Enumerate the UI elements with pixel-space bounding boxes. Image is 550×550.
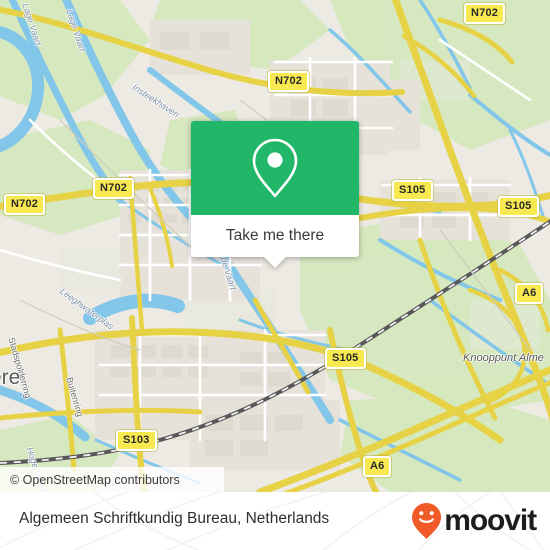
road-shield-s103[interactable]: S103 xyxy=(116,430,157,451)
callout-tail-pointer xyxy=(264,257,286,268)
road-shield-a6[interactable]: A6 xyxy=(515,283,544,304)
take-me-there-button[interactable]: Take me there xyxy=(191,215,359,257)
road-shield-s105[interactable]: S105 xyxy=(325,348,366,369)
osm-attribution[interactable]: © OpenStreetMap contributors xyxy=(0,467,224,492)
callout-pin-panel[interactable] xyxy=(191,121,359,215)
road-shield-n702[interactable]: N702 xyxy=(268,71,310,92)
road-shield-s105[interactable]: S105 xyxy=(392,180,433,201)
road-shield-s105[interactable]: S105 xyxy=(498,196,539,217)
moovit-brand[interactable]: moovit xyxy=(410,503,537,539)
map-canvas[interactable]: Lage Vaart Lage Vaart Insteekhaven Leegh… xyxy=(0,0,550,492)
take-me-there-label: Take me there xyxy=(225,227,325,244)
road-shield-n702[interactable]: N702 xyxy=(4,194,46,215)
place-title: Algemeen Schriftkundig Bureau, Netherlan… xyxy=(19,510,330,527)
moovit-smiley-pin-icon xyxy=(412,503,442,539)
footer-bar: Algemeen Schriftkundig Bureau, Netherlan… xyxy=(0,492,550,550)
moovit-map-page: Lage Vaart Lage Vaart Insteekhaven Leegh… xyxy=(0,0,550,550)
moovit-wordmark: moovit xyxy=(444,504,537,537)
map-pin-icon xyxy=(252,138,298,198)
road-shield-n702[interactable]: N702 xyxy=(93,178,135,199)
road-shield-a6[interactable]: A6 xyxy=(363,456,392,477)
road-shield-n702[interactable]: N702 xyxy=(464,3,506,24)
osm-attribution-text: © OpenStreetMap contributors xyxy=(10,472,180,487)
map-callout-card[interactable]: Take me there xyxy=(191,121,359,268)
